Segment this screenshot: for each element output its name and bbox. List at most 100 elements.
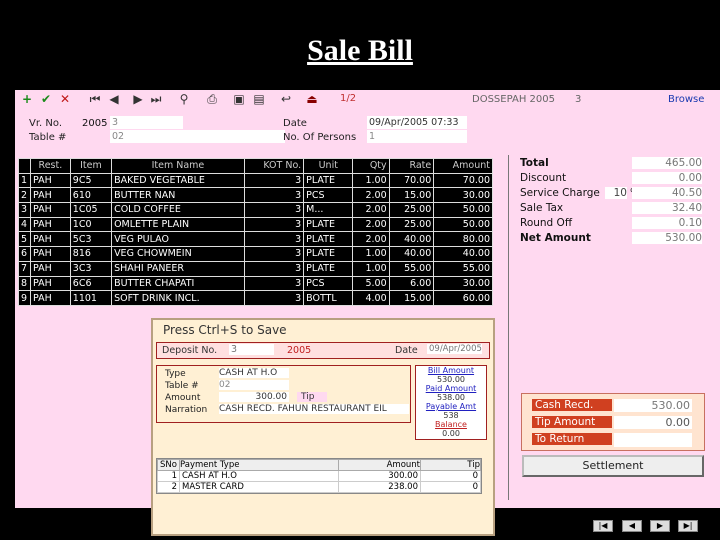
grid-cell[interactable]: BUTTER NAN xyxy=(111,187,245,204)
grid-cell[interactable]: 3 xyxy=(243,275,305,292)
print-icon[interactable]: ⎙ xyxy=(205,92,219,106)
grid-cell[interactable]: 2.00 xyxy=(352,216,390,233)
table-row[interactable]: 9 PAH 1101 SOFT DRINK INCL. 3 BOTTL 4.00 15.00 6… xyxy=(18,290,493,306)
grid-cell[interactable]: M... xyxy=(303,202,354,218)
last-slide-button[interactable]: ▶| xyxy=(678,520,698,532)
grid-cell[interactable]: 2 xyxy=(18,187,31,204)
grid-cell[interactable]: PCS xyxy=(303,275,354,292)
grid-cell[interactable]: 3 xyxy=(243,290,305,306)
grid-cell[interactable]: COLD COFFEE xyxy=(111,202,245,218)
grid-cell[interactable]: 3 xyxy=(243,246,305,262)
grid-cell[interactable]: 3 xyxy=(243,187,305,204)
grid-cell[interactable]: 610 xyxy=(69,187,113,204)
payment-row[interactable]: 1 CASH AT H.O 300.00 0 xyxy=(157,470,481,482)
exit-icon[interactable]: ⏏ xyxy=(305,92,319,106)
grid-cell[interactable]: PAH xyxy=(30,275,71,292)
table-row[interactable]: 3 PAH 1C05 COLD COFFEE 3 M... 2.00 25.00 50.00 xyxy=(18,202,493,218)
first-record-icon[interactable]: ⏮ xyxy=(88,92,102,106)
settlement-button[interactable]: Settlement xyxy=(522,455,704,477)
grid-cell[interactable]: 1 xyxy=(18,172,31,189)
persons-field[interactable]: 1 xyxy=(367,130,467,143)
payment-cell[interactable]: 2 xyxy=(157,481,180,493)
grid-cell[interactable]: 40.00 xyxy=(433,246,493,262)
grid-cell[interactable]: 1.00 xyxy=(352,246,390,262)
grid-cell[interactable]: 3 xyxy=(243,202,305,218)
next-slide-button[interactable]: ▶ xyxy=(650,520,670,532)
last-record-icon[interactable]: ⏭ xyxy=(149,92,163,106)
table-row[interactable]: 5 PAH 5C3 VEG PULAO 3 PLATE 2.00 40.00 80.00 xyxy=(18,231,493,248)
add-icon[interactable]: + xyxy=(20,92,34,106)
grid-cell[interactable]: 30.00 xyxy=(433,187,493,204)
payment-cell[interactable]: 238.00 xyxy=(337,481,422,493)
grid-cell[interactable]: 6 xyxy=(18,246,31,262)
grid-cell[interactable]: 15.00 xyxy=(388,290,435,306)
grid-cell[interactable]: 60.00 xyxy=(433,290,493,306)
grid-cell[interactable]: 2.00 xyxy=(352,231,390,248)
grid-cell[interactable]: 50.00 xyxy=(433,202,493,218)
first-slide-button[interactable]: |◀ xyxy=(593,520,613,532)
table-row[interactable]: 4 PAH 1C0 OMLETTE PLAIN 3 PLATE 2.00 25.00 50.00 xyxy=(18,216,493,233)
grid-cell[interactable]: 3 xyxy=(243,172,305,189)
grid-cell[interactable]: PLATE xyxy=(303,172,354,189)
grid-cell[interactable]: PAH xyxy=(30,172,71,189)
grid-cell[interactable]: 7 xyxy=(18,260,31,277)
grid-cell[interactable]: 3 xyxy=(243,216,305,233)
grid-cell[interactable]: 80.00 xyxy=(433,231,493,248)
payment-cell[interactable]: 1 xyxy=(157,470,180,482)
payment-row[interactable]: 2 MASTER CARD 238.00 0 xyxy=(157,481,481,493)
grid-cell[interactable]: 3C3 xyxy=(69,260,113,277)
cash-recd-field[interactable]: 530.00 xyxy=(614,399,692,412)
grid-cell[interactable]: PAH xyxy=(30,290,71,306)
grid-cell[interactable]: 70.00 xyxy=(433,172,493,189)
grid-cell[interactable]: 3 xyxy=(243,260,305,277)
grid-cell[interactable]: 1101 xyxy=(69,290,113,306)
grid-cell[interactable]: PAH xyxy=(30,260,71,277)
grid-cell[interactable]: BAKED VEGETABLE xyxy=(111,172,245,189)
grid-cell[interactable]: 3 xyxy=(18,202,31,218)
browse-button[interactable]: Browse xyxy=(668,94,704,105)
payment-cell[interactable]: 0 xyxy=(420,481,481,493)
vr-no-field[interactable]: 3 xyxy=(110,116,183,129)
grid-cell[interactable]: VEG PULAO xyxy=(111,231,245,248)
grid-cell[interactable]: 4 xyxy=(18,216,31,233)
grid-cell[interactable]: 2.00 xyxy=(352,187,390,204)
table-field[interactable]: 02 xyxy=(110,130,285,143)
grid-cell[interactable]: 5.00 xyxy=(352,275,390,292)
grid-cell[interactable]: 55.00 xyxy=(433,260,493,277)
grid-cell[interactable]: 4.00 xyxy=(352,290,390,306)
grid-cell[interactable]: PLATE xyxy=(303,216,354,233)
grid-cell[interactable]: SOFT DRINK INCL. xyxy=(111,290,245,306)
to-return-field[interactable] xyxy=(614,433,692,447)
save-icon[interactable]: ▣ xyxy=(232,92,246,106)
grid-cell[interactable]: 9C5 xyxy=(69,172,113,189)
tip-amount-field[interactable]: 0.00 xyxy=(614,416,692,429)
grid-cell[interactable]: 40.00 xyxy=(388,246,435,262)
grid-cell[interactable]: 6C6 xyxy=(69,275,113,292)
grid-cell[interactable]: 9 xyxy=(18,290,31,306)
grid-cell[interactable]: 816 xyxy=(69,246,113,262)
grid-cell[interactable]: PLATE xyxy=(303,231,354,248)
grid-cell[interactable]: 40.00 xyxy=(388,231,435,248)
grid-cell[interactable]: 2.00 xyxy=(352,202,390,218)
grid-cell[interactable]: 6.00 xyxy=(388,275,435,292)
discount-field[interactable]: 0.00 xyxy=(632,172,702,184)
deposit-no-field[interactable]: 3 xyxy=(229,344,274,355)
grid-cell[interactable]: 8 xyxy=(18,275,31,292)
grid-cell[interactable]: SHAHI PANEER xyxy=(111,260,245,277)
items-grid[interactable]: Rest. Item Item Name KOT No. Unit Qty Ra… xyxy=(18,158,493,306)
grid-cell[interactable]: PLATE xyxy=(303,260,354,277)
narration-field[interactable]: CASH RECD. FAHUN RESTAURANT EIL xyxy=(219,404,409,414)
payment-cell[interactable]: 0 xyxy=(420,470,481,482)
deposit-date-field[interactable]: 09/Apr/2005 xyxy=(427,344,482,354)
grid-cell[interactable]: 1.00 xyxy=(352,172,390,189)
table-row[interactable]: 7 PAH 3C3 SHAHI PANEER 3 PLATE 1.00 55.00 55.00 xyxy=(18,260,493,277)
grid-cell[interactable]: 15.00 xyxy=(388,187,435,204)
grid-cell[interactable]: PAH xyxy=(30,231,71,248)
grid-cell[interactable]: PAH xyxy=(30,187,71,204)
delete-icon[interactable]: ✕ xyxy=(58,92,72,106)
payment-cell[interactable]: 300.00 xyxy=(337,470,422,482)
type-field[interactable]: CASH AT H.O xyxy=(219,368,289,378)
undo-icon[interactable]: ↩ xyxy=(279,92,293,106)
grid-cell[interactable]: 25.00 xyxy=(388,216,435,233)
previous-record-icon[interactable]: ◀ xyxy=(107,92,121,106)
